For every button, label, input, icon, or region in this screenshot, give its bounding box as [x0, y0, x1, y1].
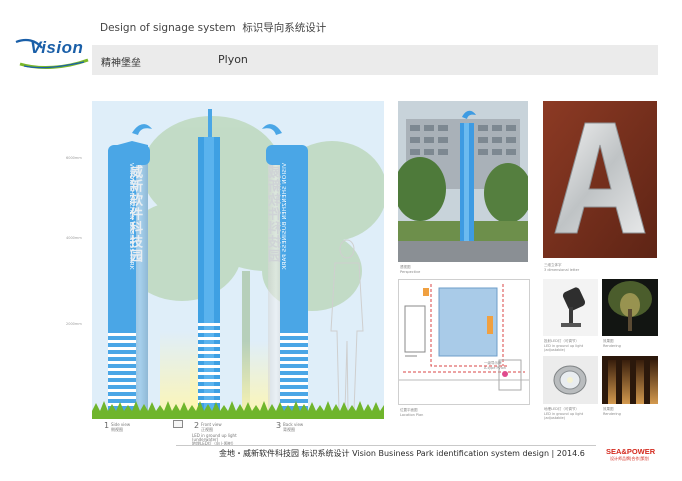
inground-light-photo — [543, 356, 598, 404]
footer-text: 金地・威新软件科技园 标识系统设计 Vision Business Park i… — [219, 449, 585, 458]
rendering-photo-1 — [602, 279, 658, 336]
view-number: 3 — [276, 421, 282, 430]
section-title-en: Plyon — [218, 53, 248, 66]
scale-label: 6000mm — [66, 156, 82, 160]
section-band — [92, 45, 658, 75]
effect2-caption-en: Rendering — [603, 412, 621, 416]
led-note-cn: 地埋LED灯（向上照射） — [192, 441, 236, 446]
light1-caption-en: LED in ground up light (adjustable) — [544, 344, 584, 352]
section-title-cn: 精神堡垒 — [101, 58, 141, 69]
grass-strip — [92, 401, 384, 419]
view-number: 2 — [194, 421, 200, 430]
bird-icon — [262, 124, 282, 135]
pylon-text-en-mirrored: VISION SHENZHEN BUSINESS PARK — [282, 163, 288, 270]
view-label-cn: 侧视图 — [111, 427, 123, 432]
title-en: Design of signage system — [100, 22, 236, 34]
location-note-en: A-type Pylon — [484, 366, 507, 370]
light2-caption-en: LED in ground up light (adjustable) — [544, 412, 584, 420]
effect1-caption-en: Rendering — [603, 344, 621, 348]
bird-icon — [132, 124, 152, 135]
view-number: 1 — [104, 421, 110, 430]
brand-logo: SEA&POWER — [606, 447, 656, 456]
footer-divider — [176, 445, 596, 446]
perspective-photo — [398, 101, 528, 262]
scale-label: 2000mm — [66, 322, 82, 326]
pylon-text-cn: 威新软件科技园 — [127, 165, 142, 263]
page-title: Design of signage system 标识导向系统设计 — [100, 20, 326, 35]
perspective-caption-en: Perspective — [400, 270, 421, 274]
view-label-cn: 背视图 — [283, 427, 295, 432]
pylon-front-view — [198, 109, 220, 413]
scale-label: 4000mm — [66, 236, 82, 240]
pylon-elevation-drawing: VISION SHENZHEN BUSINESS PARK 威新软件科技园 威新… — [92, 101, 384, 419]
logo-text: Vision — [30, 38, 84, 57]
brand-subtitle: 设计师品牌|合作|策划 — [610, 456, 649, 461]
location-caption-en: Location Plan — [400, 413, 424, 417]
3d-letter-photo — [543, 101, 657, 258]
led-fixture-icon — [173, 420, 183, 428]
rendering-photo-2 — [602, 356, 658, 404]
location-plan — [398, 279, 530, 405]
letter-caption-en: 3 dimensional letter — [544, 268, 580, 272]
title-cn: 标识导向系统设计 — [242, 22, 327, 34]
projector-light-photo — [543, 279, 598, 336]
